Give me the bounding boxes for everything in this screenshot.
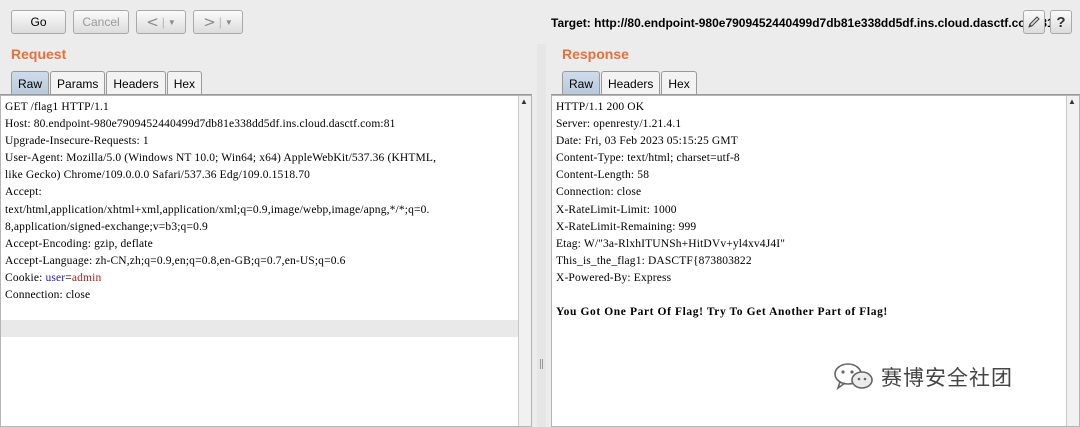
request-line: Connection: close: [5, 289, 91, 302]
response-line: Date: Fri, 03 Feb 2023 05:15:25 GMT: [556, 135, 738, 148]
tab-raw[interactable]: Raw: [562, 71, 601, 95]
request-line: 8,application/signed-exchange;v=b3;q=0.9: [5, 220, 208, 233]
tab-raw[interactable]: Raw: [11, 71, 50, 95]
tab-hex[interactable]: Hex: [661, 71, 697, 95]
cookie-label: Cookie:: [5, 271, 46, 284]
response-line: X-Powered-By: Express: [556, 271, 672, 284]
response-line: [556, 287, 888, 304]
toolbar: Go Cancel < | ▼ > | ▼ Target: http://80.…: [0, 0, 1080, 44]
cookie-value: admin: [71, 271, 102, 284]
cancel-button[interactable]: Cancel: [73, 10, 129, 34]
chevron-down-icon[interactable]: ▼: [225, 18, 233, 27]
request-line: Accept-Language: zh-CN,zh;q=0.9,en;q=0.8…: [5, 254, 346, 267]
response-body: You Got One Part Of Flag! Try To Get Ano…: [556, 306, 888, 319]
scroll-up-icon[interactable]: ▲: [520, 97, 528, 106]
watermark-text: 赛博安全社团: [881, 367, 1013, 390]
go-button[interactable]: Go: [11, 10, 66, 34]
forward-arrow-icon: >: [203, 12, 216, 31]
target-url: Target: http://80.endpoint-980e790945244…: [551, 16, 1054, 30]
edit-target-button[interactable]: [1023, 10, 1045, 34]
request-line: Upgrade-Insecure-Requests: 1: [5, 135, 149, 148]
response-scrollbar[interactable]: ▲: [1066, 96, 1079, 426]
request-title: Request: [11, 46, 67, 62]
request-scrollbar[interactable]: ▲: [518, 96, 531, 426]
scroll-up-icon[interactable]: ▲: [1068, 97, 1076, 106]
cookie-equals: =: [65, 271, 72, 284]
response-line: X-RateLimit-Remaining: 999: [556, 220, 697, 233]
panel-splitter[interactable]: [537, 44, 546, 427]
response-line: HTTP/1.1 200 OK: [556, 101, 645, 113]
request-line: GET /flag1 HTTP/1.1: [5, 101, 109, 113]
request-line: Accept:: [5, 186, 42, 199]
separator: |: [218, 15, 222, 29]
response-line: Content-Type: text/html; charset=utf-8: [556, 152, 740, 165]
current-line-highlight: [1, 320, 519, 337]
request-editor[interactable]: GET /flag1 HTTP/1.1 Host: 80.endpoint-98…: [0, 95, 532, 427]
cookie-key: user: [45, 271, 66, 284]
drag-handle-icon[interactable]: [540, 359, 543, 369]
tab-headers[interactable]: Headers: [601, 71, 661, 95]
response-line: X-RateLimit-Limit: 1000: [556, 203, 677, 216]
response-line: Etag: W/"3a-RlxhITUNSh+HitDVv+yl4xv4J4I": [556, 237, 786, 250]
pencil-icon: [1028, 16, 1040, 28]
request-text: GET /flag1 HTTP/1.1 Host: 80.endpoint-98…: [5, 99, 436, 304]
request-line: Host: 80.endpoint-980e7909452440499d7db8…: [5, 118, 396, 131]
request-line: User-Agent: Mozilla/5.0 (Windows NT 10.0…: [5, 152, 437, 165]
request-tabs: Raw Params Headers Hex: [11, 71, 203, 95]
response-line: Server: openresty/1.21.4.1: [556, 118, 682, 131]
request-line: text/html,application/xhtml+xml,applicat…: [5, 203, 430, 216]
tab-params[interactable]: Params: [50, 71, 106, 95]
response-tabs: Raw Headers Hex: [562, 71, 698, 95]
response-line: Content-Length: 58: [556, 169, 650, 182]
separator: |: [161, 15, 165, 29]
back-arrow-icon: <: [146, 12, 159, 31]
tab-headers[interactable]: Headers: [106, 71, 166, 95]
request-line: like Gecko) Chrome/109.0.0.0 Safari/537.…: [5, 169, 311, 182]
cookie-line: Cookie: user=admin: [5, 270, 436, 287]
wechat-icon: [834, 363, 873, 391]
watermark: 赛博安全社团: [833, 362, 1013, 392]
tab-hex[interactable]: Hex: [166, 71, 203, 95]
response-text: HTTP/1.1 200 OK Server: openresty/1.21.4…: [556, 99, 888, 321]
forward-button[interactable]: > | ▼: [193, 10, 243, 34]
back-button[interactable]: < | ▼: [136, 10, 186, 34]
response-title: Response: [562, 46, 629, 62]
request-line: Accept-Encoding: gzip, deflate: [5, 237, 153, 250]
response-line: Connection: close: [556, 186, 642, 199]
help-button[interactable]: ?: [1050, 10, 1072, 34]
response-line: This_is_the_flag1: DASCTF{873803822: [556, 254, 752, 267]
chevron-down-icon[interactable]: ▼: [168, 18, 176, 27]
